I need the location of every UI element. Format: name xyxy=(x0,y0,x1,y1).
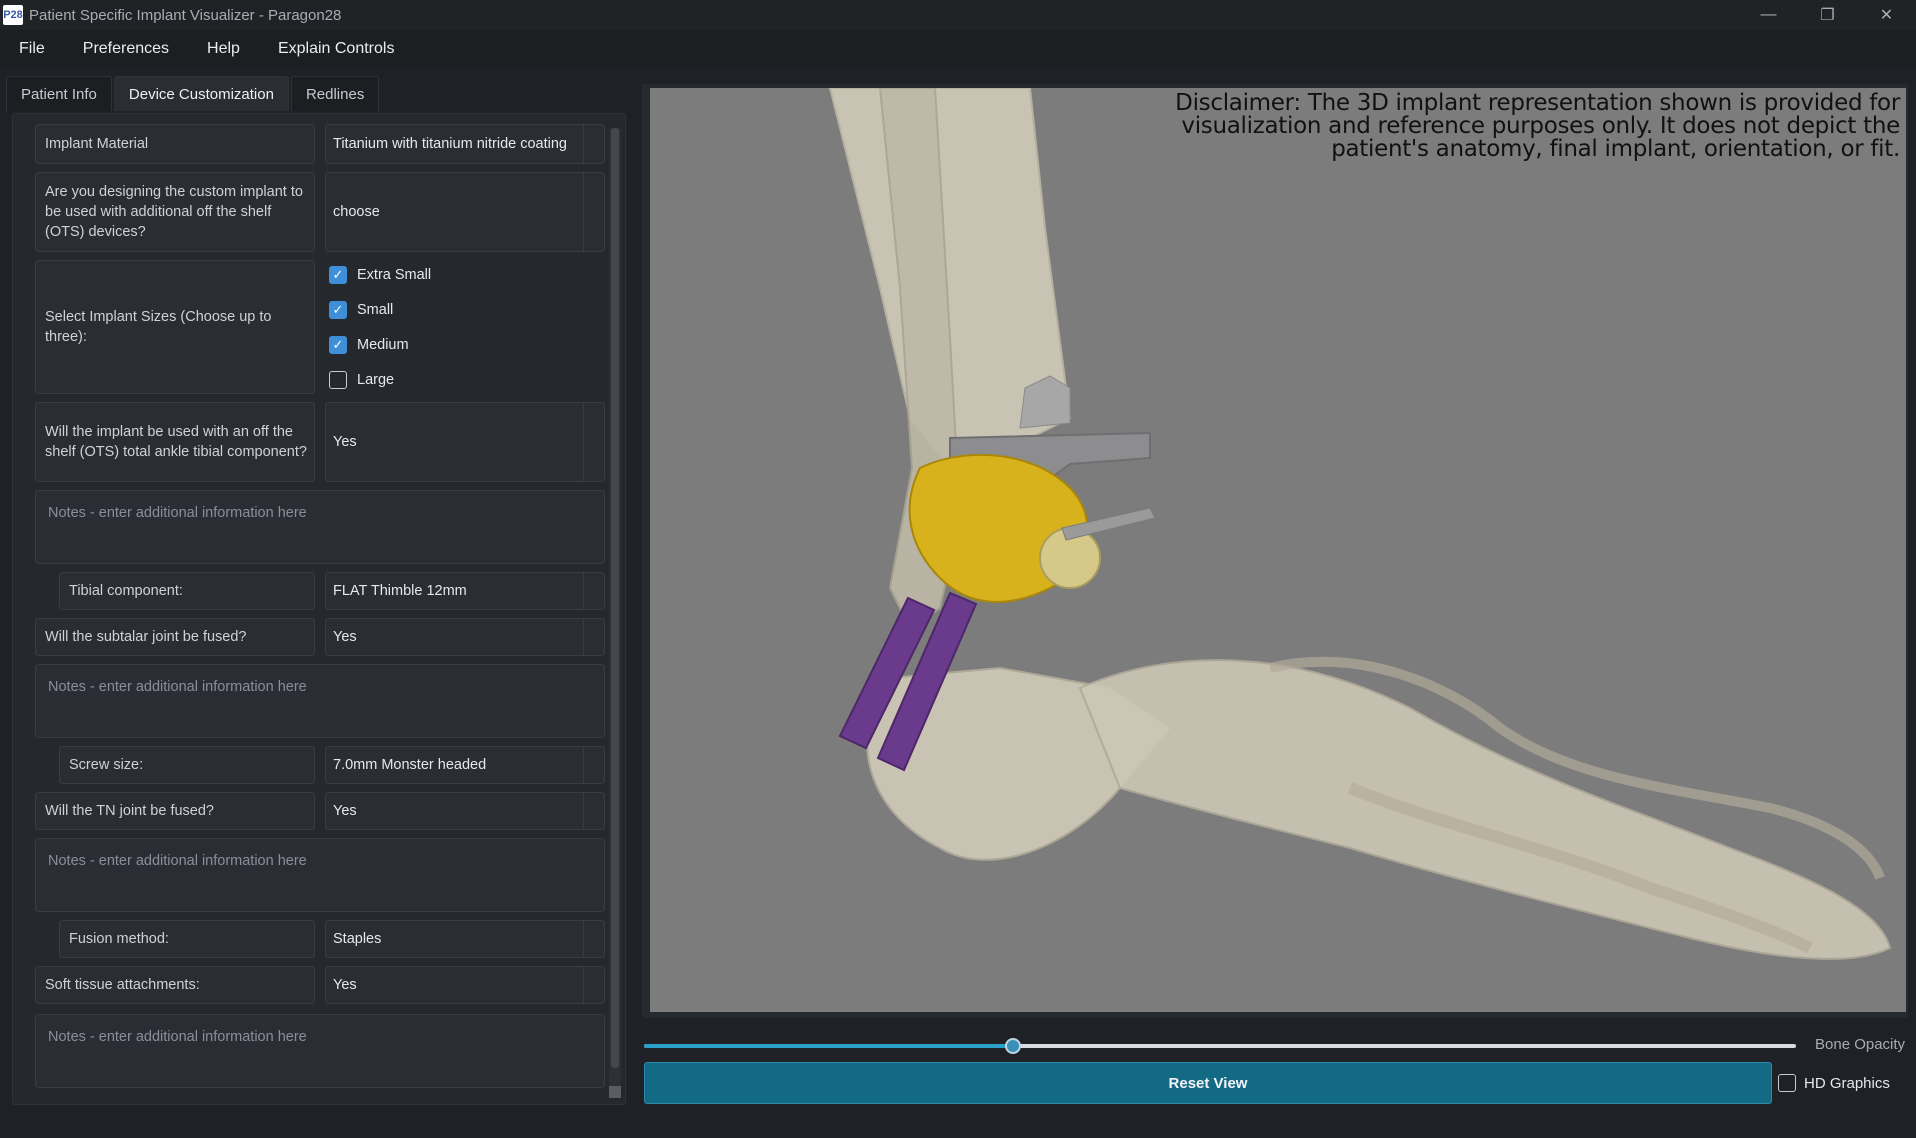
size-label: Extra Small xyxy=(357,267,432,283)
size-option-extra-small[interactable]: ✓ Extra Small xyxy=(329,266,431,284)
notes-input[interactable]: Notes - enter additional information her… xyxy=(35,664,605,738)
scrollbar-thumb[interactable] xyxy=(611,128,619,1068)
title-bar: P28 Patient Specific Implant Visualizer … xyxy=(0,0,1916,30)
size-label: Small xyxy=(357,302,394,318)
3d-viewport[interactable]: Disclaimer: The 3D implant representatio… xyxy=(650,88,1906,1012)
tab-device-customization[interactable]: Device Customization xyxy=(113,76,289,111)
ots-devices-value: choose xyxy=(333,204,380,220)
screw-size-dropdown[interactable]: 7.0mm Monster headed xyxy=(325,746,605,784)
app-logo-icon: P28 xyxy=(3,5,23,25)
tn-fusion-value: Yes xyxy=(333,803,357,819)
checkbox-checked-icon[interactable]: ✓ xyxy=(329,266,347,284)
fusion-method-dropdown[interactable]: Staples xyxy=(325,920,605,958)
bone-opacity-label: Bone Opacity xyxy=(1815,1036,1906,1053)
foot-model-render xyxy=(828,88,1892,960)
left-panel: Patient Info Device Customization Redlin… xyxy=(6,76,632,1106)
checkbox-checked-icon[interactable]: ✓ xyxy=(329,336,347,354)
checkbox-checked-icon[interactable]: ✓ xyxy=(329,301,347,319)
form-scrollbar[interactable] xyxy=(609,128,621,1098)
tibial-ots-value: Yes xyxy=(333,434,357,450)
tibial-component-dropdown[interactable]: FLAT Thimble 12mm xyxy=(325,572,605,610)
slider-handle[interactable] xyxy=(1004,1038,1021,1054)
screw-size-label: Screw size: xyxy=(59,746,315,784)
ots-devices-question: Are you designing the custom implant to … xyxy=(35,172,315,252)
fusion-method-value: Staples xyxy=(333,931,382,947)
tn-fusion-dropdown[interactable]: Yes xyxy=(325,792,605,830)
notes-input[interactable]: Notes - enter additional information her… xyxy=(35,490,605,564)
size-label: Medium xyxy=(357,337,409,353)
soft-tissue-label: Soft tissue attachments: xyxy=(35,966,315,1004)
tibial-ots-dropdown[interactable]: Yes xyxy=(325,402,605,482)
screw-size-value: 7.0mm Monster headed xyxy=(333,757,487,773)
soft-tissue-value: Yes xyxy=(333,977,357,993)
slider-fill xyxy=(644,1044,1013,1048)
dropdown-handle[interactable] xyxy=(583,125,604,163)
size-label: Large xyxy=(357,372,395,388)
menu-preferences[interactable]: Preferences xyxy=(64,40,188,58)
dropdown-handle[interactable] xyxy=(583,403,604,481)
dropdown-handle[interactable] xyxy=(583,747,604,783)
implant-material-label: Implant Material xyxy=(35,124,315,164)
minimize-icon[interactable]: — xyxy=(1739,0,1798,30)
checkbox-unchecked-icon[interactable] xyxy=(329,371,347,389)
subtalar-fusion-dropdown[interactable]: Yes xyxy=(325,618,605,656)
implant-material-value: Titanium with titanium nitride coating xyxy=(333,136,567,152)
dropdown-handle[interactable] xyxy=(583,793,604,829)
subtalar-fusion-label: Will the subtalar joint be fused? xyxy=(35,618,315,656)
disclaimer-text: Disclaimer: The 3D implant representatio… xyxy=(1175,90,1900,162)
implant-material-dropdown[interactable]: Titanium with titanium nitride coating xyxy=(325,124,605,164)
tibial-ots-question: Will the implant be used with an off the… xyxy=(35,402,315,482)
bone-opacity-slider[interactable] xyxy=(644,1036,1796,1056)
subtalar-fusion-value: Yes xyxy=(333,629,357,645)
tab-patient-info[interactable]: Patient Info xyxy=(6,76,112,111)
implant-sizes-group: ✓ Extra Small ✓ Small ✓ Medium Large xyxy=(325,260,605,394)
tab-bar: Patient Info Device Customization Redlin… xyxy=(6,76,381,112)
soft-tissue-dropdown[interactable]: Yes xyxy=(325,966,605,1004)
tibial-component-label: Tibial component: xyxy=(59,572,315,610)
tab-redlines[interactable]: Redlines xyxy=(290,76,380,111)
dropdown-handle[interactable] xyxy=(583,619,604,655)
restore-icon[interactable]: ❐ xyxy=(1798,0,1857,30)
scrollbar-end[interactable] xyxy=(609,1086,621,1098)
ots-devices-dropdown[interactable]: choose xyxy=(325,172,605,252)
notes-input[interactable]: Notes - enter additional information her… xyxy=(35,838,605,912)
notes-input[interactable]: Notes - enter additional information her… xyxy=(35,1014,605,1088)
reset-view-button[interactable]: Reset View xyxy=(644,1062,1772,1104)
checkbox-unchecked-icon[interactable] xyxy=(1778,1074,1796,1092)
close-icon[interactable]: ✕ xyxy=(1857,0,1916,30)
tibial-component-value: FLAT Thimble 12mm xyxy=(333,583,467,599)
dropdown-handle[interactable] xyxy=(583,573,604,609)
implant-sizes-label: Select Implant Sizes (Choose up to three… xyxy=(35,260,315,394)
dropdown-handle[interactable] xyxy=(583,921,604,957)
dropdown-handle[interactable] xyxy=(583,967,604,1003)
fusion-method-label: Fusion method: xyxy=(59,920,315,958)
menu-bar: File Preferences Help Explain Controls xyxy=(0,30,1916,68)
size-option-medium[interactable]: ✓ Medium xyxy=(329,336,409,354)
menu-help[interactable]: Help xyxy=(188,40,259,58)
size-option-large[interactable]: Large xyxy=(329,371,394,389)
device-customization-form: Implant Material Titanium with titanium … xyxy=(12,113,626,1105)
menu-explain-controls[interactable]: Explain Controls xyxy=(259,40,414,58)
window-title: Patient Specific Implant Visualizer - Pa… xyxy=(29,6,342,24)
hd-graphics-toggle[interactable]: HD Graphics xyxy=(1778,1074,1890,1092)
tn-fusion-label: Will the TN joint be fused? xyxy=(35,792,315,830)
dropdown-handle[interactable] xyxy=(583,173,604,251)
hd-graphics-label: HD Graphics xyxy=(1804,1074,1890,1092)
size-option-small[interactable]: ✓ Small xyxy=(329,301,393,319)
menu-file[interactable]: File xyxy=(0,40,64,58)
window-controls: — ❐ ✕ xyxy=(1739,0,1916,30)
